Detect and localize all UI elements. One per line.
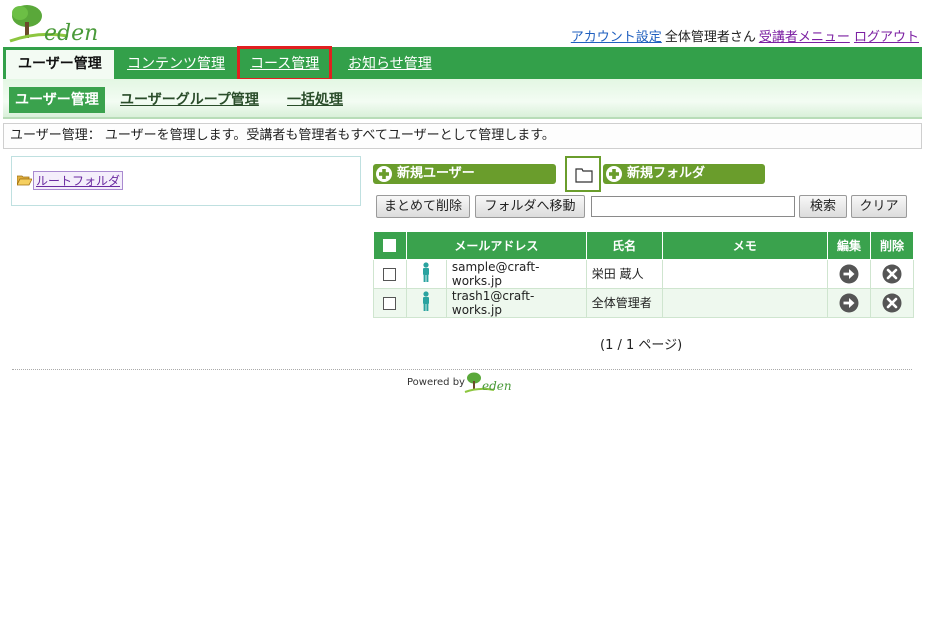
small-logo-text: eden: [482, 379, 512, 393]
email-cell: trash1@craft-works.jp: [445, 287, 587, 318]
new-user-button[interactable]: 新規ユーザー: [373, 164, 556, 184]
powered-by: Powered by eden: [407, 371, 517, 397]
tab-notice-management[interactable]: お知らせ管理: [348, 47, 432, 79]
clear-button[interactable]: クリア: [851, 195, 907, 218]
subtab-bulk-processing[interactable]: 一括処理: [287, 87, 343, 113]
user-icon-cell: [405, 287, 447, 318]
eden-logo: eden: [8, 3, 100, 46]
edit-cell: [827, 258, 871, 289]
bulk-delete-button[interactable]: まとめて削除: [376, 195, 470, 218]
select-all-checkbox[interactable]: [383, 239, 397, 253]
close-circle-icon[interactable]: [882, 264, 902, 284]
new-folder-label: 新規フォルダ: [627, 166, 706, 181]
folder-select-button[interactable]: [565, 156, 601, 192]
main-nav: ユーザー管理 コンテンツ管理 コース管理 お知らせ管理: [3, 46, 922, 81]
plus-circle-icon: [376, 166, 392, 182]
row-checkbox[interactable]: [383, 267, 397, 281]
powered-by-text: Powered by: [407, 377, 465, 388]
arrow-right-circle-icon[interactable]: [839, 293, 859, 313]
tab-user-management[interactable]: ユーザー管理: [6, 50, 114, 79]
tab-course-management[interactable]: コース管理: [236, 46, 333, 81]
edit-cell: [827, 287, 871, 318]
folder-icon: [575, 168, 593, 183]
memo-header: メモ: [661, 232, 829, 260]
search-button[interactable]: 検索: [799, 195, 847, 218]
logout-link[interactable]: ログアウト: [854, 30, 919, 45]
row-checkbox-cell: [373, 258, 407, 289]
root-folder-link[interactable]: ルートフォルダ: [33, 171, 124, 190]
open-folder-icon: [17, 175, 32, 186]
name-header: 氏名: [585, 232, 663, 260]
delete-cell: [870, 258, 914, 289]
memo-cell: [661, 258, 829, 289]
table-row: trash1@craft-works.jp 全体管理者: [373, 287, 914, 318]
page-description: ユーザー管理： ユーザーを管理します。受講者も管理者もすべてユーザーとして管理し…: [3, 123, 922, 149]
subtab-user-management[interactable]: ユーザー管理: [9, 87, 105, 113]
plus-circle-icon: [606, 166, 622, 182]
close-circle-icon[interactable]: [882, 293, 902, 313]
user-person-icon: [423, 291, 430, 311]
footer-divider: [12, 369, 912, 370]
edit-header: 編集: [827, 232, 871, 260]
pagination-text: (1 / 1 ページ): [600, 338, 683, 353]
logo-text: eden: [44, 21, 99, 46]
email-cell: sample@craft-works.jp: [445, 258, 587, 289]
delete-header: 削除: [870, 232, 914, 260]
folder-tree-root: ルートフォルダ: [17, 171, 124, 190]
memo-cell: [661, 287, 829, 318]
sub-nav: ユーザー管理 ユーザーグループ管理 一括処理: [3, 79, 922, 119]
email-header: メールアドレス: [405, 232, 587, 260]
user-greeting: 全体管理者さん: [664, 30, 756, 45]
new-folder-button[interactable]: 新規フォルダ: [603, 164, 765, 184]
top-links: アカウント設定 全体管理者さん 受講者メニュー ログアウト: [571, 26, 919, 45]
row-checkbox[interactable]: [383, 296, 397, 310]
search-input[interactable]: [591, 196, 795, 217]
row-checkbox-cell: [373, 287, 407, 318]
table-row: sample@craft-works.jp 栄田 蔵人: [373, 258, 914, 289]
table-header-row: メールアドレス 氏名 メモ 編集 削除: [373, 232, 914, 260]
student-menu-link[interactable]: 受講者メニュー: [759, 30, 850, 45]
name-cell: 全体管理者: [585, 287, 663, 318]
arrow-right-circle-icon[interactable]: [839, 264, 859, 284]
select-all-header: [373, 232, 407, 260]
user-icon-cell: [405, 258, 447, 289]
user-person-icon: [423, 262, 430, 282]
move-to-folder-button[interactable]: フォルダへ移動: [475, 195, 585, 218]
folder-tree-panel: ルートフォルダ: [11, 156, 361, 206]
delete-cell: [870, 287, 914, 318]
tab-content-management[interactable]: コンテンツ管理: [127, 47, 225, 79]
user-table: メールアドレス 氏名 メモ 編集 削除 sample@craft-works.j…: [373, 232, 914, 318]
account-settings-link[interactable]: アカウント設定: [571, 30, 662, 45]
name-cell: 栄田 蔵人: [585, 258, 663, 289]
subtab-user-group-management[interactable]: ユーザーグループ管理: [120, 87, 259, 113]
new-user-label: 新規ユーザー: [397, 166, 475, 181]
